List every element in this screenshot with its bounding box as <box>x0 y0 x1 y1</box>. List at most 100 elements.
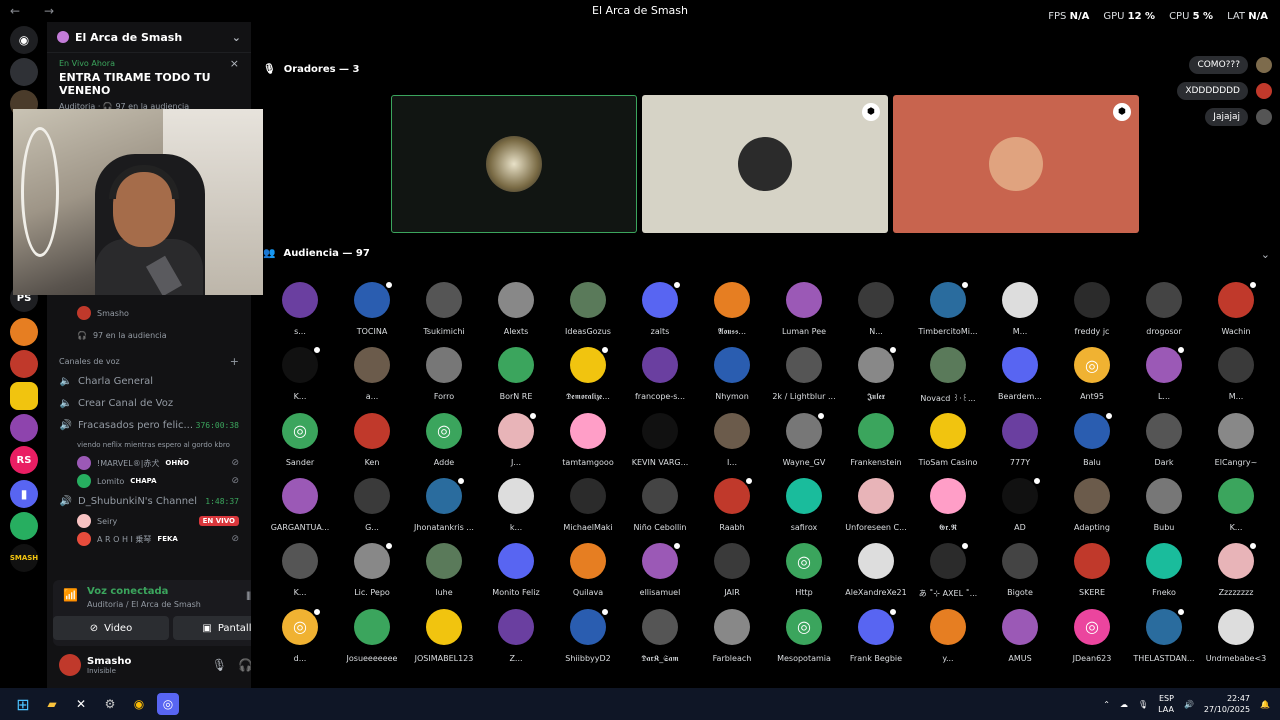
audience-member[interactable]: Jhonatankris ... <box>408 475 480 540</box>
app-icon[interactable]: ✕ <box>70 693 92 715</box>
audience-member[interactable]: 𝕵𝖚𝖑𝖊𝖝 <box>840 345 912 409</box>
audience-header[interactable]: 👥 Audiencia — 97 <box>263 248 370 259</box>
audience-member[interactable]: Beardem... <box>984 347 1056 409</box>
video-button[interactable]: ⊘ Video <box>53 616 169 640</box>
audience-member[interactable]: Frankenstein <box>840 412 912 475</box>
audience-member[interactable]: Forro <box>408 347 480 409</box>
audience-member[interactable]: ◎ JDean623 <box>1056 608 1128 671</box>
audience-member[interactable]: ShiibbyyD2 <box>552 606 624 671</box>
mic-tray-icon[interactable]: 🎙 <box>1138 700 1148 709</box>
audience-member[interactable]: I... <box>696 412 768 475</box>
live-stage-card[interactable]: En Vivo Ahora ENTRA TIRAME TODO TU VENEN… <box>47 53 251 117</box>
language-indicator[interactable]: ESP LAA <box>1158 693 1174 715</box>
app-icon[interactable]: ⚙ <box>99 693 121 715</box>
audience-member[interactable]: Wachin <box>1200 282 1272 344</box>
audience-member[interactable]: MichaelMaki <box>552 477 624 540</box>
audience-member[interactable]: Undmebabe<3 <box>1200 608 1272 671</box>
audience-member[interactable]: K... <box>264 345 336 409</box>
channel-fracasados[interactable]: 🔊 Fracasados pero felic... 376:00:38 <box>47 414 251 436</box>
audience-member[interactable]: k... <box>480 477 552 540</box>
audience-member[interactable]: s... <box>264 282 336 344</box>
forward-arrow-icon[interactable]: → <box>44 4 54 18</box>
server-icon[interactable]: SMASH <box>10 544 38 572</box>
audience-member[interactable]: safirox <box>768 477 840 540</box>
voice-channels-section[interactable]: Canales de voz + <box>47 352 251 370</box>
audience-member[interactable]: Luman Pee <box>768 282 840 344</box>
audience-member[interactable]: SKERE <box>1056 543 1128 605</box>
audience-member[interactable]: Adapting <box>1056 477 1128 540</box>
server-icon[interactable] <box>10 58 38 86</box>
audience-member[interactable]: THELASTDAN... <box>1128 606 1200 671</box>
audience-member[interactable]: N... <box>840 282 912 344</box>
discord-icon[interactable]: ◎ <box>157 693 179 715</box>
speaker-tile[interactable]: ⬢ <box>893 95 1139 233</box>
audience-member[interactable]: 𝕯𝖆𝖗𝕶_𝕾𝖆𝖒 <box>624 608 696 671</box>
server-icon[interactable]: RS <box>10 446 38 474</box>
audience-member[interactable]: G... <box>336 477 408 540</box>
audience-member[interactable]: Unforeseen C... <box>840 477 912 540</box>
audience-member[interactable]: 𝕯𝖊𝖒𝖔𝖗𝖆𝖑𝖎𝖟𝖊... <box>552 345 624 409</box>
audience-member[interactable]: K... <box>1200 477 1272 540</box>
audience-member[interactable]: ◎ Adde <box>408 412 480 475</box>
audience-member[interactable]: Fneko <box>1128 543 1200 605</box>
voice-member[interactable]: Lomito CHAPA ⊘ <box>47 472 251 490</box>
channel-charla-general[interactable]: 🔈 Charla General <box>47 370 251 392</box>
audience-member[interactable]: Nhymon <box>696 347 768 409</box>
audience-member[interactable]: ◎ d... <box>264 606 336 671</box>
voice-member[interactable]: A R O H I 乗琴 FEKA ⊘ <box>47 530 251 548</box>
audience-member[interactable]: ◎ Mesopotamia <box>768 608 840 671</box>
audience-member[interactable]: Z... <box>480 608 552 671</box>
audience-member[interactable]: Josueeeeeee <box>336 608 408 671</box>
audience-member[interactable]: freddy jc <box>1056 282 1128 344</box>
audience-member[interactable]: Ken <box>336 412 408 475</box>
audience-member[interactable]: KEVIN VARG... <box>624 412 696 475</box>
notification-icon[interactable]: 🔔 <box>1260 700 1270 709</box>
audience-member[interactable]: Monito Feliz <box>480 543 552 605</box>
audience-member[interactable]: 𝕲𝖗.𝕽 <box>912 477 984 540</box>
folder-icon[interactable]: ▮ <box>10 480 38 508</box>
server-icon[interactable] <box>10 414 38 442</box>
audience-member[interactable]: L... <box>1128 345 1200 409</box>
audience-member[interactable]: JOSIMABEL123 <box>408 608 480 671</box>
audience-member[interactable]: Frank Begbie <box>840 606 912 671</box>
audience-member[interactable]: K... <box>264 543 336 605</box>
add-channel-icon[interactable]: + <box>230 355 239 368</box>
windows-start-icon[interactable]: ⊞ <box>12 693 34 715</box>
audience-member[interactable]: あ ˚⊹ AXEL ˚... <box>912 541 984 605</box>
audience-member[interactable]: a... <box>336 347 408 409</box>
volume-icon[interactable]: 🔊 <box>1184 700 1194 709</box>
webcam-preview[interactable] <box>13 109 263 295</box>
audience-member[interactable]: Bigote <box>984 543 1056 605</box>
audience-member[interactable]: Wayne_GV <box>768 410 840 475</box>
audience-member[interactable]: luhe <box>408 543 480 605</box>
audience-member[interactable]: 777Y <box>984 412 1056 475</box>
audience-member[interactable]: Farbleach <box>696 608 768 671</box>
server-icon[interactable] <box>10 350 38 378</box>
audience-member[interactable]: y... <box>912 608 984 671</box>
audience-member[interactable]: Zzzzzzzz <box>1200 541 1272 605</box>
microphone-icon[interactable]: 🎙 <box>212 658 227 672</box>
channel-crear-canal[interactable]: 🔈 Crear Canal de Voz <box>47 392 251 414</box>
avatar[interactable] <box>59 654 81 676</box>
audience-member[interactable]: 2k / Lightblur ... <box>768 347 840 409</box>
audience-member[interactable]: TioSam Casino <box>912 412 984 475</box>
audience-member[interactable]: Lic. Pepo <box>336 541 408 605</box>
audience-member[interactable]: ◎ Http <box>768 543 840 605</box>
audience-member[interactable]: IdeasGozus <box>552 282 624 344</box>
server-icon[interactable] <box>10 382 38 410</box>
chevron-up-icon[interactable]: ⌃ <box>1103 700 1110 709</box>
audience-member[interactable]: Raabh <box>696 475 768 540</box>
audience-member[interactable]: tamtamgooo <box>552 412 624 475</box>
audience-member[interactable]: AMUS <box>984 608 1056 671</box>
audience-member[interactable]: ElCangry~ <box>1200 412 1272 475</box>
audience-member[interactable]: M... <box>1200 347 1272 409</box>
chevron-down-icon[interactable]: ⌄ <box>1261 248 1270 261</box>
audience-member[interactable]: drogosor <box>1128 282 1200 344</box>
close-icon[interactable]: × <box>230 57 239 70</box>
audience-member[interactable]: zalts <box>624 282 696 344</box>
audience-member[interactable]: M... <box>984 282 1056 344</box>
audience-member[interactable]: GARGANTUA... <box>264 477 336 540</box>
audience-member[interactable]: AD <box>984 475 1056 540</box>
voice-member[interactable]: !MARVEL®|赤犬 OHÑO ⊘ <box>47 454 251 472</box>
server-icon[interactable] <box>10 512 38 540</box>
